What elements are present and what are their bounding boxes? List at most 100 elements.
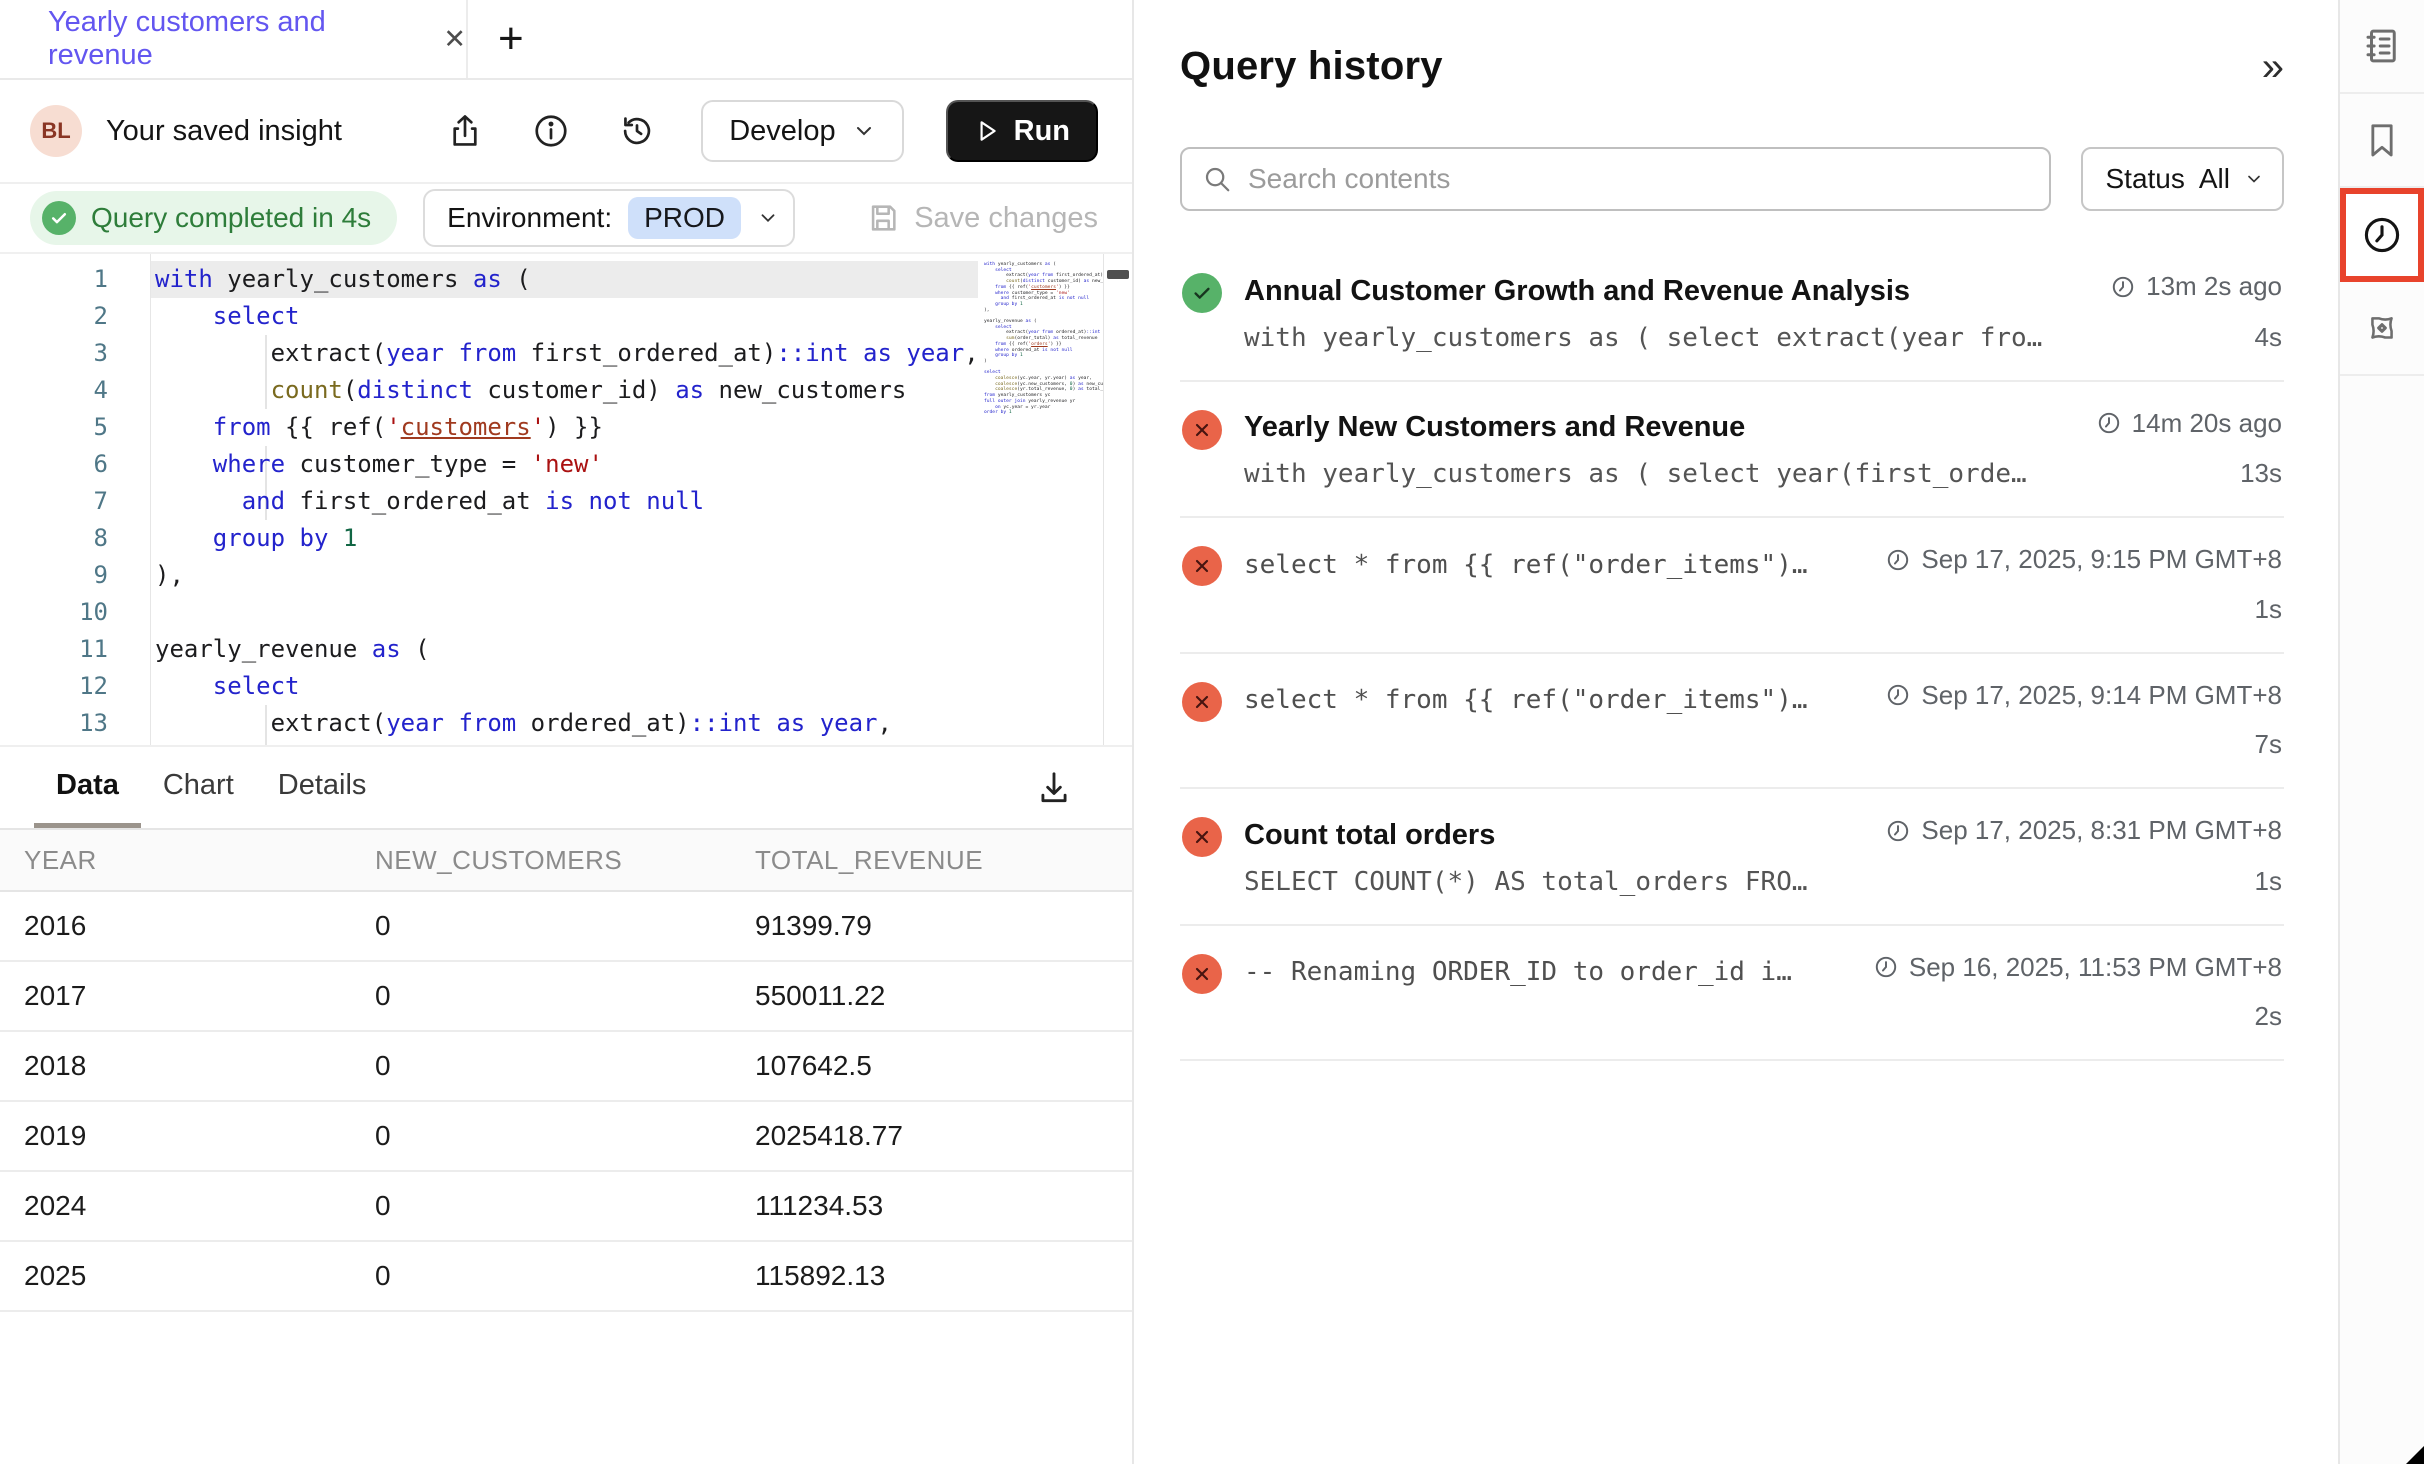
editor-scrollbar[interactable] <box>1103 254 1132 745</box>
table-row: 2016091399.79 <box>0 891 1132 961</box>
results-header-row: YEARNEW_CUSTOMERSTOTAL_REVENUE <box>0 829 1132 891</box>
code-line[interactable]: 9), <box>0 557 1132 594</box>
sql-editor[interactable]: 1with yearly_customers as (2 select3 ext… <box>0 254 1132 745</box>
code-line[interactable]: 13 extract(year from ordered_at)::int as… <box>0 705 1132 742</box>
table-cell: 0 <box>375 1241 755 1311</box>
history-item-body: Count total ordersSep 17, 2025, 8:31 PM … <box>1244 815 2282 900</box>
info-icon[interactable] <box>529 109 573 153</box>
code-line[interactable]: 6 where customer_type = 'new' <box>0 446 1132 483</box>
bookmark-icon[interactable] <box>2340 94 2424 188</box>
history-item-time: Sep 17, 2025, 9:15 PM GMT+8 <box>1885 544 2282 575</box>
history-item-duration: 7s <box>2255 729 2282 760</box>
tab-yearly-customers-and-revenue[interactable]: Yearly customers and revenue ✕ <box>0 0 468 78</box>
line-number: 9 <box>0 557 150 594</box>
history-item-title: select * from {{ ref("order_items")… <box>1244 685 1865 715</box>
history-item[interactable]: Annual Customer Growth and Revenue Analy… <box>1180 245 2284 382</box>
code-line[interactable]: 5 from {{ ref('customers') }} <box>0 409 1132 446</box>
history-item-body: select * from {{ ref("order_items")…Sep … <box>1244 544 2282 628</box>
code-text: extract(year from first_ordered_at)::int… <box>150 335 979 372</box>
code-text: select <box>150 298 300 335</box>
code-line[interactable]: 8 group by 1 <box>0 520 1132 557</box>
history-item[interactable]: select * from {{ ref("order_items")… Sep … <box>1180 654 2284 790</box>
code-pane[interactable]: 1with yearly_customers as (2 select3 ext… <box>0 261 1132 745</box>
table-cell: 0 <box>375 891 755 961</box>
status-success-icon <box>1182 273 1222 313</box>
download-icon[interactable] <box>1032 766 1076 810</box>
history-item[interactable]: Yearly New Customers and Revenue 14m 20s … <box>1180 382 2284 519</box>
table-cell: 2025418.77 <box>755 1101 1132 1171</box>
tab-title: Yearly customers and revenue <box>48 6 415 72</box>
scrollbar-thumb[interactable] <box>1107 270 1129 279</box>
results-tab-details[interactable]: Details <box>256 747 389 828</box>
search-input[interactable] <box>1248 163 2029 195</box>
status-filter-value: All <box>2199 163 2230 195</box>
table-cell: 115892.13 <box>755 1241 1132 1311</box>
code-line[interactable]: 7 and first_ordered_at is not null <box>0 483 1132 520</box>
line-number: 13 <box>0 705 150 742</box>
history-item-duration: 13s <box>2240 458 2282 489</box>
query-history-clock-icon[interactable] <box>2340 188 2424 282</box>
success-check-icon <box>42 201 76 235</box>
table-cell: 0 <box>375 1031 755 1101</box>
run-button[interactable]: Run <box>946 100 1098 162</box>
code-line[interactable]: 3 extract(year from first_ordered_at)::i… <box>0 335 1132 372</box>
table-cell: 111234.53 <box>755 1171 1132 1241</box>
query-status-text: Query completed in 4s <box>91 202 371 234</box>
table-cell: 0 <box>375 1171 755 1241</box>
app-window: Yearly customers and revenue ✕ + BL Your… <box>0 0 2424 1464</box>
avatar: BL <box>30 105 82 157</box>
line-number: 6 <box>0 446 150 483</box>
line-number: 11 <box>0 631 150 668</box>
table-row: 20170550011.22 <box>0 961 1132 1031</box>
code-line[interactable]: 4 count(distinct customer_id) as new_cus… <box>0 372 1132 409</box>
document-header: BL Your saved insight <box>0 80 1132 184</box>
run-label: Run <box>1014 115 1070 148</box>
table-cell: 91399.79 <box>755 891 1132 961</box>
status-error-icon <box>1182 546 1222 586</box>
code-line[interactable]: 1with yearly_customers as ( <box>0 261 1132 298</box>
code-text: ), <box>150 557 184 594</box>
develop-button[interactable]: Develop <box>701 100 903 162</box>
document-tabbar: Yearly customers and revenue ✕ + <box>0 0 1132 80</box>
notebook-icon[interactable] <box>2340 0 2424 94</box>
line-number: 10 <box>0 594 150 631</box>
code-line[interactable]: 11yearly_revenue as ( <box>0 631 1132 668</box>
history-item[interactable]: -- Renaming ORDER_ID to order_id i…Sep 1… <box>1180 926 2284 1062</box>
results-tab-chart[interactable]: Chart <box>141 747 256 828</box>
code-line[interactable]: 14 sum(order_total) as total_revenue <box>0 742 1132 745</box>
dbt-compass-icon[interactable] <box>2340 282 2424 376</box>
history-item-title: Yearly New Customers and Revenue <box>1244 411 2076 444</box>
save-changes-button[interactable]: Save changes <box>866 201 1098 235</box>
share-icon[interactable] <box>443 109 487 153</box>
code-line[interactable]: 2 select <box>0 298 1132 335</box>
history-item-time: Sep 17, 2025, 9:14 PM GMT+8 <box>1885 680 2282 711</box>
history-item-time: 14m 20s ago <box>2096 408 2282 439</box>
code-line[interactable]: 12 select <box>0 668 1132 705</box>
tab-close-icon[interactable]: ✕ <box>443 24 466 55</box>
history-item[interactable]: Count total ordersSep 17, 2025, 8:31 PM … <box>1180 789 2284 926</box>
code-text: select <box>150 668 300 705</box>
version-history-icon[interactable] <box>615 109 659 153</box>
environment-label: Environment: <box>447 202 612 234</box>
results-tab-data[interactable]: Data <box>34 747 141 828</box>
history-item-duration: 4s <box>2255 322 2282 353</box>
history-item-body: Annual Customer Growth and Revenue Analy… <box>1244 271 2282 356</box>
new-tab-button[interactable]: + <box>468 0 524 78</box>
column-header: TOTAL_REVENUE <box>755 829 1132 891</box>
history-item-snippet: with yearly_customers as ( select extrac… <box>1244 323 2235 353</box>
collapse-panel-icon[interactable]: » <box>2262 47 2284 87</box>
search-box[interactable] <box>1180 147 2051 211</box>
status-filter-dropdown[interactable]: Status All <box>2081 147 2284 211</box>
code-text: and first_ordered_at is not null <box>150 483 704 520</box>
status-filter-label: Status <box>2105 163 2184 195</box>
line-number: 8 <box>0 520 150 557</box>
query-status-badge: Query completed in 4s <box>30 191 397 245</box>
code-line[interactable]: 10 <box>0 594 1132 631</box>
header-actions: Develop Run <box>443 100 1098 162</box>
status-error-icon <box>1182 410 1222 450</box>
editor-minimap[interactable]: with yearly_customers as ( select extrac… <box>978 254 1103 745</box>
history-item[interactable]: select * from {{ ref("order_items")…Sep … <box>1180 518 2284 654</box>
table-cell: 2018 <box>0 1031 375 1101</box>
environment-dropdown[interactable]: Environment: PROD <box>423 189 795 247</box>
line-number: 1 <box>0 261 150 298</box>
